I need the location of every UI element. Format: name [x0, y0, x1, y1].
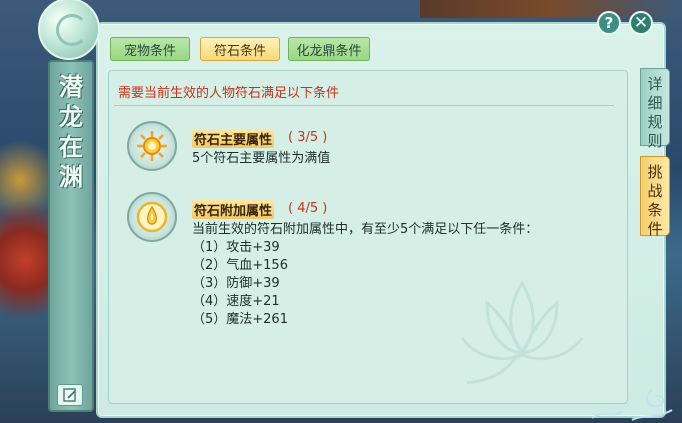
- tab-label: 符石条件: [213, 43, 266, 59]
- condition-option: （4）速度+21: [192, 294, 280, 309]
- wave-ornament-icon: [591, 389, 673, 421]
- tab-rune-conditions[interactable]: 符石条件: [200, 37, 280, 61]
- sun-rune-icon: [127, 121, 177, 171]
- tab-label: 宠物条件: [123, 43, 176, 59]
- condition-option: （1）攻击+39: [192, 240, 280, 255]
- condition-title: 符石附加属性: [192, 200, 275, 219]
- edit-button[interactable]: [57, 384, 83, 406]
- banner-title: 潜龙在渊: [59, 72, 83, 191]
- help-icon: ?: [604, 14, 614, 32]
- jade-orb-icon: [38, 0, 100, 60]
- side-tab-detailed-rules[interactable]: 详细规则: [640, 68, 670, 150]
- tab-pet-conditions[interactable]: 宠物条件: [110, 37, 190, 61]
- lotus-watermark-icon: [460, 280, 584, 385]
- divider: [114, 105, 614, 106]
- title-banner: 潜龙在渊: [48, 60, 94, 412]
- close-icon: ✕: [633, 13, 649, 33]
- condition-option: （2）气血+156: [192, 258, 288, 273]
- edit-icon: [63, 388, 76, 402]
- requirement-title: 需要当前生效的人物符石满足以下条件: [118, 86, 340, 101]
- help-button[interactable]: ?: [597, 11, 621, 35]
- condition-line: 当前生效的符石附加属性中，有至少5个满足以下任一条件：: [192, 222, 539, 237]
- side-tab-label: 挑战条件: [647, 163, 663, 238]
- condition-option: （3）防御+39: [192, 276, 280, 291]
- side-tab-label: 详细规则: [647, 75, 663, 150]
- condition-progress: ( 4/5 ): [288, 201, 328, 216]
- flame-rune-icon: [127, 192, 177, 242]
- condition-option: （5）魔法+261: [192, 312, 288, 327]
- close-button[interactable]: ✕: [629, 11, 653, 35]
- condition-progress: ( 3/5 ): [288, 130, 328, 145]
- condition-title: 符石主要属性: [192, 129, 275, 148]
- side-tab-challenge-conditions[interactable]: 挑战条件: [640, 156, 670, 238]
- condition-line: 5个符石主要属性为满值: [192, 151, 331, 166]
- tab-label: 化龙鼎条件: [296, 43, 362, 59]
- tab-dragon-cauldron-conditions[interactable]: 化龙鼎条件: [288, 37, 370, 61]
